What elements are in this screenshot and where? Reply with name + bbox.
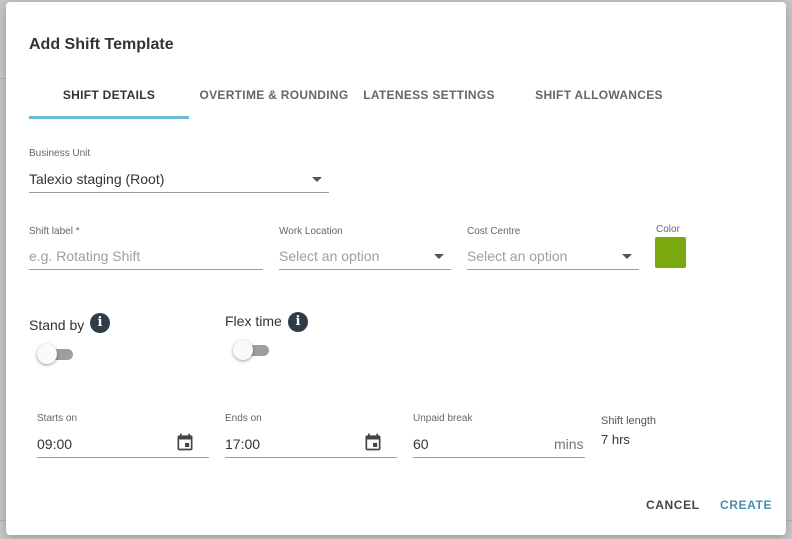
starts-on-underline — [37, 457, 209, 458]
stand-by-label: Stand by — [29, 317, 85, 333]
tab-bar: SHIFT DETAILS OVERTIME & ROUNDING LATENE… — [29, 82, 769, 119]
info-icon[interactable]: i — [90, 313, 110, 333]
unpaid-break-label: Unpaid break — [413, 413, 473, 424]
toggle-thumb — [37, 344, 57, 364]
ends-on-underline — [225, 457, 397, 458]
shift-label-placeholder: e.g. Rotating Shift — [29, 248, 141, 264]
cost-centre-select[interactable]: Select an option — [467, 240, 639, 270]
cancel-button[interactable]: CANCEL — [646, 498, 700, 512]
starts-on-input[interactable]: 09:00 — [37, 426, 209, 458]
color-swatch[interactable] — [655, 237, 686, 268]
shift-length-value: 7 hrs — [601, 432, 630, 447]
ends-on-label: Ends on — [225, 413, 262, 424]
unpaid-break-unit: mins — [554, 436, 584, 452]
info-icon[interactable]: i — [288, 312, 308, 332]
shift-label-input[interactable]: e.g. Rotating Shift — [29, 240, 263, 270]
tab-shift-allowances[interactable]: SHIFT ALLOWANCES — [524, 82, 674, 119]
color-label: Color — [656, 224, 680, 235]
flex-time-label: Flex time — [225, 313, 282, 329]
business-unit-value: Talexio staging (Root) — [29, 171, 165, 187]
business-unit-label: Business Unit — [29, 148, 91, 159]
ends-on-input[interactable]: 17:00 — [225, 426, 397, 458]
chevron-down-icon — [312, 177, 322, 182]
tab-overtime-rounding[interactable]: OVERTIME & ROUNDING — [194, 82, 354, 119]
tab-lateness-settings[interactable]: LATENESS SETTINGS — [359, 82, 499, 119]
starts-on-value: 09:00 — [37, 436, 73, 452]
stand-by-toggle[interactable] — [37, 344, 75, 364]
starts-on-label: Starts on — [37, 413, 78, 424]
active-tab-indicator — [29, 116, 189, 119]
toggle-thumb — [233, 340, 253, 360]
shift-label-label: Shift label * — [29, 226, 80, 237]
calendar-icon[interactable] — [175, 432, 195, 452]
business-unit-select[interactable]: Talexio staging (Root) — [29, 162, 329, 194]
business-unit-underline — [29, 192, 329, 193]
cost-centre-underline — [467, 269, 639, 270]
shift-label-underline — [29, 269, 263, 270]
create-button[interactable]: CREATE — [720, 498, 772, 512]
unpaid-break-value: 60 — [413, 436, 429, 452]
add-shift-template-dialog: Add Shift Template SHIFT DETAILS OVERTIM… — [6, 2, 786, 535]
work-location-select[interactable]: Select an option — [279, 240, 451, 270]
cost-centre-label: Cost Centre — [467, 226, 521, 237]
unpaid-break-underline — [413, 457, 585, 458]
dialog-title: Add Shift Template — [29, 36, 174, 53]
ends-on-value: 17:00 — [225, 436, 261, 452]
work-location-placeholder: Select an option — [279, 248, 380, 264]
chevron-down-icon — [622, 254, 632, 259]
tab-shift-details[interactable]: SHIFT DETAILS — [29, 82, 189, 119]
unpaid-break-input[interactable]: 60 mins — [413, 426, 585, 458]
work-location-label: Work Location — [279, 226, 343, 237]
cost-centre-placeholder: Select an option — [467, 248, 568, 264]
shift-length-label: Shift length — [601, 415, 657, 427]
flex-time-toggle[interactable] — [233, 340, 271, 360]
work-location-underline — [279, 269, 451, 270]
chevron-down-icon — [434, 254, 444, 259]
calendar-icon[interactable] — [363, 432, 383, 452]
